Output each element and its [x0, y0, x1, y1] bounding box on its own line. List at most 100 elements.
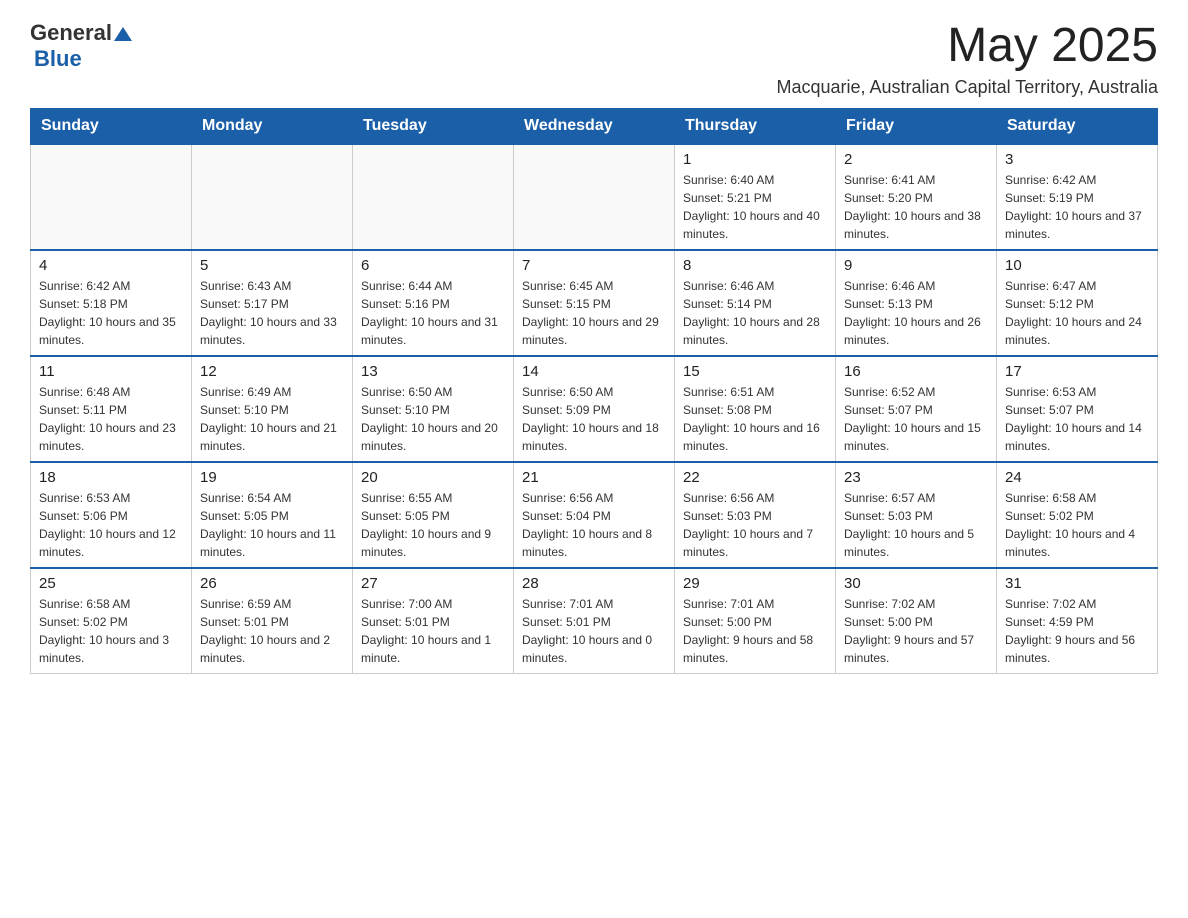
calendar-day-cell: 29Sunrise: 7:01 AM Sunset: 5:00 PM Dayli… [675, 568, 836, 674]
day-info: Sunrise: 6:43 AM Sunset: 5:17 PM Dayligh… [200, 277, 344, 349]
calendar-day-cell: 1 Sunrise: 6:40 AM Sunset: 5:21 PM Daylig… [675, 144, 836, 250]
calendar-day-cell: 9 Sunrise: 6:46 AM Sunset: 5:13 PM Daylig… [836, 250, 997, 356]
day-number: 9 [844, 257, 988, 274]
day-info: Sunrise: 6:53 AM Sunset: 5:06 PM Dayligh… [39, 489, 183, 561]
column-header-monday: Monday [192, 108, 353, 144]
calendar-day-cell [192, 144, 353, 250]
calendar-header-row: SundayMondayTuesdayWednesdayThursdayFrid… [31, 108, 1158, 144]
day-number: 28 [522, 575, 666, 592]
day-info: Sunrise: 6:56 AM Sunset: 5:03 PM Dayligh… [683, 489, 827, 561]
day-info: Sunrise: 7:02 AM Sunset: 4:59 PM Dayligh… [1005, 595, 1149, 667]
page-header: General Blue May 2025 Macquarie, Austral… [30, 20, 1158, 98]
calendar-day-cell: 12Sunrise: 6:49 AM Sunset: 5:10 PM Dayli… [192, 356, 353, 462]
calendar-week-row: 11 Sunrise: 6:48 AM Sunset: 5:11 PM Dayli… [31, 356, 1158, 462]
logo-blue: Blue [34, 46, 82, 72]
day-number: 14 [522, 363, 666, 380]
calendar-day-cell: 11 Sunrise: 6:48 AM Sunset: 5:11 PM Dayli… [31, 356, 192, 462]
day-number: 15 [683, 363, 827, 380]
day-number: 8 [683, 257, 827, 274]
day-info: Sunrise: 7:00 AM Sunset: 5:01 PM Dayligh… [361, 595, 505, 667]
column-header-friday: Friday [836, 108, 997, 144]
day-info: Sunrise: 6:58 AM Sunset: 5:02 PM Dayligh… [1005, 489, 1149, 561]
day-info: Sunrise: 7:01 AM Sunset: 5:01 PM Dayligh… [522, 595, 666, 667]
day-info: Sunrise: 6:54 AM Sunset: 5:05 PM Dayligh… [200, 489, 344, 561]
column-header-saturday: Saturday [997, 108, 1158, 144]
day-info: Sunrise: 6:41 AM Sunset: 5:20 PM Dayligh… [844, 171, 988, 243]
day-info: Sunrise: 6:50 AM Sunset: 5:09 PM Dayligh… [522, 383, 666, 455]
month-year-title: May 2025 [776, 20, 1158, 73]
day-number: 5 [200, 257, 344, 274]
calendar-day-cell: 2 Sunrise: 6:41 AM Sunset: 5:20 PM Daylig… [836, 144, 997, 250]
day-number: 4 [39, 257, 183, 274]
day-number: 19 [200, 469, 344, 486]
day-number: 22 [683, 469, 827, 486]
calendar-week-row: 25 Sunrise: 6:58 AM Sunset: 5:02 PM Dayli… [31, 568, 1158, 674]
calendar-day-cell: 3 Sunrise: 6:42 AM Sunset: 5:19 PM Daylig… [997, 144, 1158, 250]
calendar-day-cell: 23 Sunrise: 6:57 AM Sunset: 5:03 PM Dayli… [836, 462, 997, 568]
day-number: 18 [39, 469, 183, 486]
calendar-day-cell: 7 Sunrise: 6:45 AM Sunset: 5:15 PM Daylig… [514, 250, 675, 356]
day-info: Sunrise: 6:48 AM Sunset: 5:11 PM Dayligh… [39, 383, 183, 455]
day-number: 7 [522, 257, 666, 274]
calendar-week-row: 18 Sunrise: 6:53 AM Sunset: 5:06 PM Dayli… [31, 462, 1158, 568]
calendar-day-cell [31, 144, 192, 250]
day-number: 16 [844, 363, 988, 380]
day-info: Sunrise: 6:40 AM Sunset: 5:21 PM Dayligh… [683, 171, 827, 243]
calendar-day-cell: 28 Sunrise: 7:01 AM Sunset: 5:01 PM Dayli… [514, 568, 675, 674]
day-info: Sunrise: 6:58 AM Sunset: 5:02 PM Dayligh… [39, 595, 183, 667]
calendar-day-cell: 18 Sunrise: 6:53 AM Sunset: 5:06 PM Dayli… [31, 462, 192, 568]
day-info: Sunrise: 7:01 AM Sunset: 5:00 PM Dayligh… [683, 595, 827, 667]
calendar-day-cell: 4 Sunrise: 6:42 AM Sunset: 5:18 PM Daylig… [31, 250, 192, 356]
day-number: 24 [1005, 469, 1149, 486]
calendar-day-cell: 10Sunrise: 6:47 AM Sunset: 5:12 PM Dayli… [997, 250, 1158, 356]
day-number: 23 [844, 469, 988, 486]
day-number: 2 [844, 151, 988, 168]
day-number: 20 [361, 469, 505, 486]
calendar-day-cell: 15 Sunrise: 6:51 AM Sunset: 5:08 PM Dayli… [675, 356, 836, 462]
day-number: 10 [1005, 257, 1149, 274]
day-info: Sunrise: 6:42 AM Sunset: 5:19 PM Dayligh… [1005, 171, 1149, 243]
day-number: 31 [1005, 575, 1149, 592]
calendar-day-cell: 27Sunrise: 7:00 AM Sunset: 5:01 PM Dayli… [353, 568, 514, 674]
day-number: 3 [1005, 151, 1149, 168]
calendar-day-cell: 14 Sunrise: 6:50 AM Sunset: 5:09 PM Dayli… [514, 356, 675, 462]
calendar-day-cell: 30Sunrise: 7:02 AM Sunset: 5:00 PM Dayli… [836, 568, 997, 674]
day-number: 6 [361, 257, 505, 274]
calendar-day-cell: 6Sunrise: 6:44 AM Sunset: 5:16 PM Daylig… [353, 250, 514, 356]
day-number: 12 [200, 363, 344, 380]
calendar-day-cell [353, 144, 514, 250]
day-number: 30 [844, 575, 988, 592]
day-info: Sunrise: 6:45 AM Sunset: 5:15 PM Dayligh… [522, 277, 666, 349]
day-number: 17 [1005, 363, 1149, 380]
day-info: Sunrise: 6:50 AM Sunset: 5:10 PM Dayligh… [361, 383, 505, 455]
calendar-day-cell: 13Sunrise: 6:50 AM Sunset: 5:10 PM Dayli… [353, 356, 514, 462]
title-section: May 2025 Macquarie, Australian Capital T… [776, 20, 1158, 98]
column-header-thursday: Thursday [675, 108, 836, 144]
column-header-sunday: Sunday [31, 108, 192, 144]
day-info: Sunrise: 6:55 AM Sunset: 5:05 PM Dayligh… [361, 489, 505, 561]
calendar-day-cell: 5 Sunrise: 6:43 AM Sunset: 5:17 PM Daylig… [192, 250, 353, 356]
day-info: Sunrise: 6:42 AM Sunset: 5:18 PM Dayligh… [39, 277, 183, 349]
day-info: Sunrise: 6:59 AM Sunset: 5:01 PM Dayligh… [200, 595, 344, 667]
calendar-day-cell: 26Sunrise: 6:59 AM Sunset: 5:01 PM Dayli… [192, 568, 353, 674]
day-info: Sunrise: 6:57 AM Sunset: 5:03 PM Dayligh… [844, 489, 988, 561]
calendar-day-cell: 16 Sunrise: 6:52 AM Sunset: 5:07 PM Dayli… [836, 356, 997, 462]
day-info: Sunrise: 6:56 AM Sunset: 5:04 PM Dayligh… [522, 489, 666, 561]
calendar-table: SundayMondayTuesdayWednesdayThursdayFrid… [30, 108, 1158, 674]
day-number: 1 [683, 151, 827, 168]
day-number: 11 [39, 363, 183, 380]
logo-general: General [30, 20, 112, 46]
day-info: Sunrise: 6:46 AM Sunset: 5:13 PM Dayligh… [844, 277, 988, 349]
day-info: Sunrise: 6:46 AM Sunset: 5:14 PM Dayligh… [683, 277, 827, 349]
day-info: Sunrise: 6:53 AM Sunset: 5:07 PM Dayligh… [1005, 383, 1149, 455]
day-info: Sunrise: 6:51 AM Sunset: 5:08 PM Dayligh… [683, 383, 827, 455]
calendar-day-cell: 22 Sunrise: 6:56 AM Sunset: 5:03 PM Dayli… [675, 462, 836, 568]
calendar-week-row: 4 Sunrise: 6:42 AM Sunset: 5:18 PM Daylig… [31, 250, 1158, 356]
column-header-wednesday: Wednesday [514, 108, 675, 144]
location-subtitle: Macquarie, Australian Capital Territory,… [776, 77, 1158, 98]
day-info: Sunrise: 6:52 AM Sunset: 5:07 PM Dayligh… [844, 383, 988, 455]
calendar-day-cell: 24 Sunrise: 6:58 AM Sunset: 5:02 PM Dayli… [997, 462, 1158, 568]
day-number: 21 [522, 469, 666, 486]
logo: General Blue [30, 20, 132, 72]
day-number: 25 [39, 575, 183, 592]
